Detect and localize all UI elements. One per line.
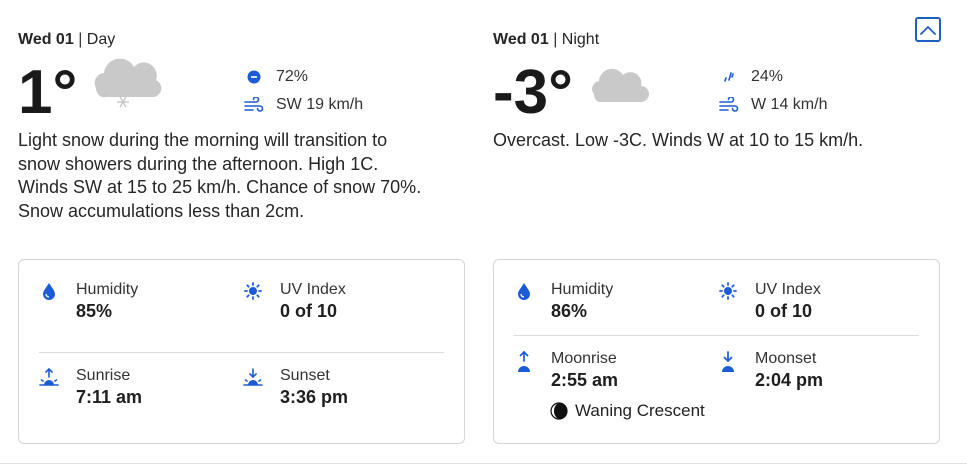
night-wind-value: W 14 km/h: [751, 96, 828, 113]
night-moon-phase-label: Waning Crescent: [575, 401, 705, 420]
night-moonrise: Moonrise 2:55 am: [514, 349, 618, 391]
night-humidity-label: Humidity: [551, 281, 614, 298]
humidity-drop-icon: [39, 282, 59, 304]
night-moonset: Moonset 2:04 pm: [718, 349, 823, 391]
night-moonrise-value: 2:55 am: [551, 370, 619, 390]
day-precipitation-value: 72%: [276, 68, 309, 85]
night-uv-value: 0 of 10: [755, 301, 813, 321]
day-uv-label: UV Index: [280, 281, 346, 298]
night-uv-label: UV Index: [755, 281, 821, 298]
night-mini-stats: 24% W 14 km/h: [719, 63, 827, 119]
day-wind: SW 19 km/h: [244, 91, 363, 119]
day-sunrise-value: 7:11 am: [76, 387, 143, 407]
sunrise-icon: [39, 368, 59, 390]
day-forecast-panel: Wed 01 | Day 1° * 72% SW 19 km/h Light s…: [18, 0, 466, 465]
snow-chance-icon: [244, 69, 264, 85]
wind-icon: [719, 97, 739, 113]
wind-icon: [244, 97, 264, 113]
uv-sun-icon: [718, 282, 738, 304]
night-date: Wed 01: [493, 31, 549, 48]
night-moon-phase: Waning Crescent: [550, 401, 705, 421]
day-header-separator: |: [78, 31, 83, 48]
day-uv-index: UV Index 0 of 10: [243, 280, 346, 322]
day-sunset-label: Sunset: [280, 367, 330, 384]
day-mini-stats: 72% SW 19 km/h: [244, 63, 363, 119]
night-moonset-label: Moonset: [755, 350, 817, 367]
night-humidity-value: 86%: [551, 301, 588, 321]
day-sunrise: Sunrise 7:11 am: [39, 366, 142, 408]
cloud-icon: [587, 64, 649, 104]
night-wind: W 14 km/h: [719, 91, 827, 119]
night-header-separator: |: [553, 31, 558, 48]
night-moonrise-label: Moonrise: [551, 350, 617, 367]
day-humidity: Humidity 85%: [39, 280, 138, 322]
sunset-icon: [243, 368, 263, 390]
night-humidity: Humidity 86%: [514, 280, 613, 322]
day-period: Day: [86, 31, 116, 48]
day-precipitation: 72%: [244, 63, 363, 91]
waning-crescent-moon-icon: [550, 402, 568, 420]
night-header: Wed 01 | Night: [493, 31, 599, 49]
day-humidity-value: 85%: [76, 301, 113, 321]
day-wind-value: SW 19 km/h: [276, 96, 364, 113]
svg-text:*: *: [102, 92, 107, 103]
night-card-divider: [514, 335, 919, 336]
night-details-card: Humidity 86% UV Index 0 of 10 Moonrise 2…: [493, 259, 940, 444]
night-moonset-value: 2:04 pm: [755, 370, 824, 390]
night-summary: Overcast. Low -3C. Winds W at 10 to 15 k…: [493, 130, 864, 150]
day-date: Wed 01: [18, 31, 74, 48]
day-humidity-label: Humidity: [76, 281, 139, 298]
humidity-drop-icon: [514, 282, 534, 304]
snow-cloud-icon: *: [86, 52, 166, 112]
moonrise-icon: [514, 351, 534, 373]
day-header: Wed 01 | Day: [18, 31, 115, 49]
collapse-button[interactable]: [915, 17, 941, 42]
night-forecast-panel: Wed 01 | Night -3° 24% W 14 km/h Overcas…: [493, 0, 941, 465]
night-precipitation-value: 24%: [751, 68, 784, 85]
day-sunset-value: 3:36 pm: [280, 387, 349, 407]
day-sunset: Sunset 3:36 pm: [243, 366, 348, 408]
night-precipitation: 24%: [719, 63, 827, 91]
bottom-divider: [0, 463, 967, 464]
chevron-up-icon: [920, 25, 936, 35]
day-summary: Light snow during the morning will trans…: [18, 130, 422, 221]
day-details-card: Humidity 85% UV Index 0 of 10 Sunrise 7:…: [18, 259, 465, 444]
night-period: Night: [561, 31, 600, 48]
night-temperature: -3°: [493, 58, 573, 127]
rain-chance-icon: [719, 69, 739, 85]
moonset-icon: [718, 351, 738, 373]
day-uv-value: 0 of 10: [280, 301, 338, 321]
day-card-divider: [39, 352, 444, 353]
night-uv-index: UV Index 0 of 10: [718, 280, 821, 322]
uv-sun-icon: [243, 282, 263, 304]
day-sunrise-label: Sunrise: [76, 367, 131, 384]
day-temperature: 1°: [18, 58, 78, 127]
